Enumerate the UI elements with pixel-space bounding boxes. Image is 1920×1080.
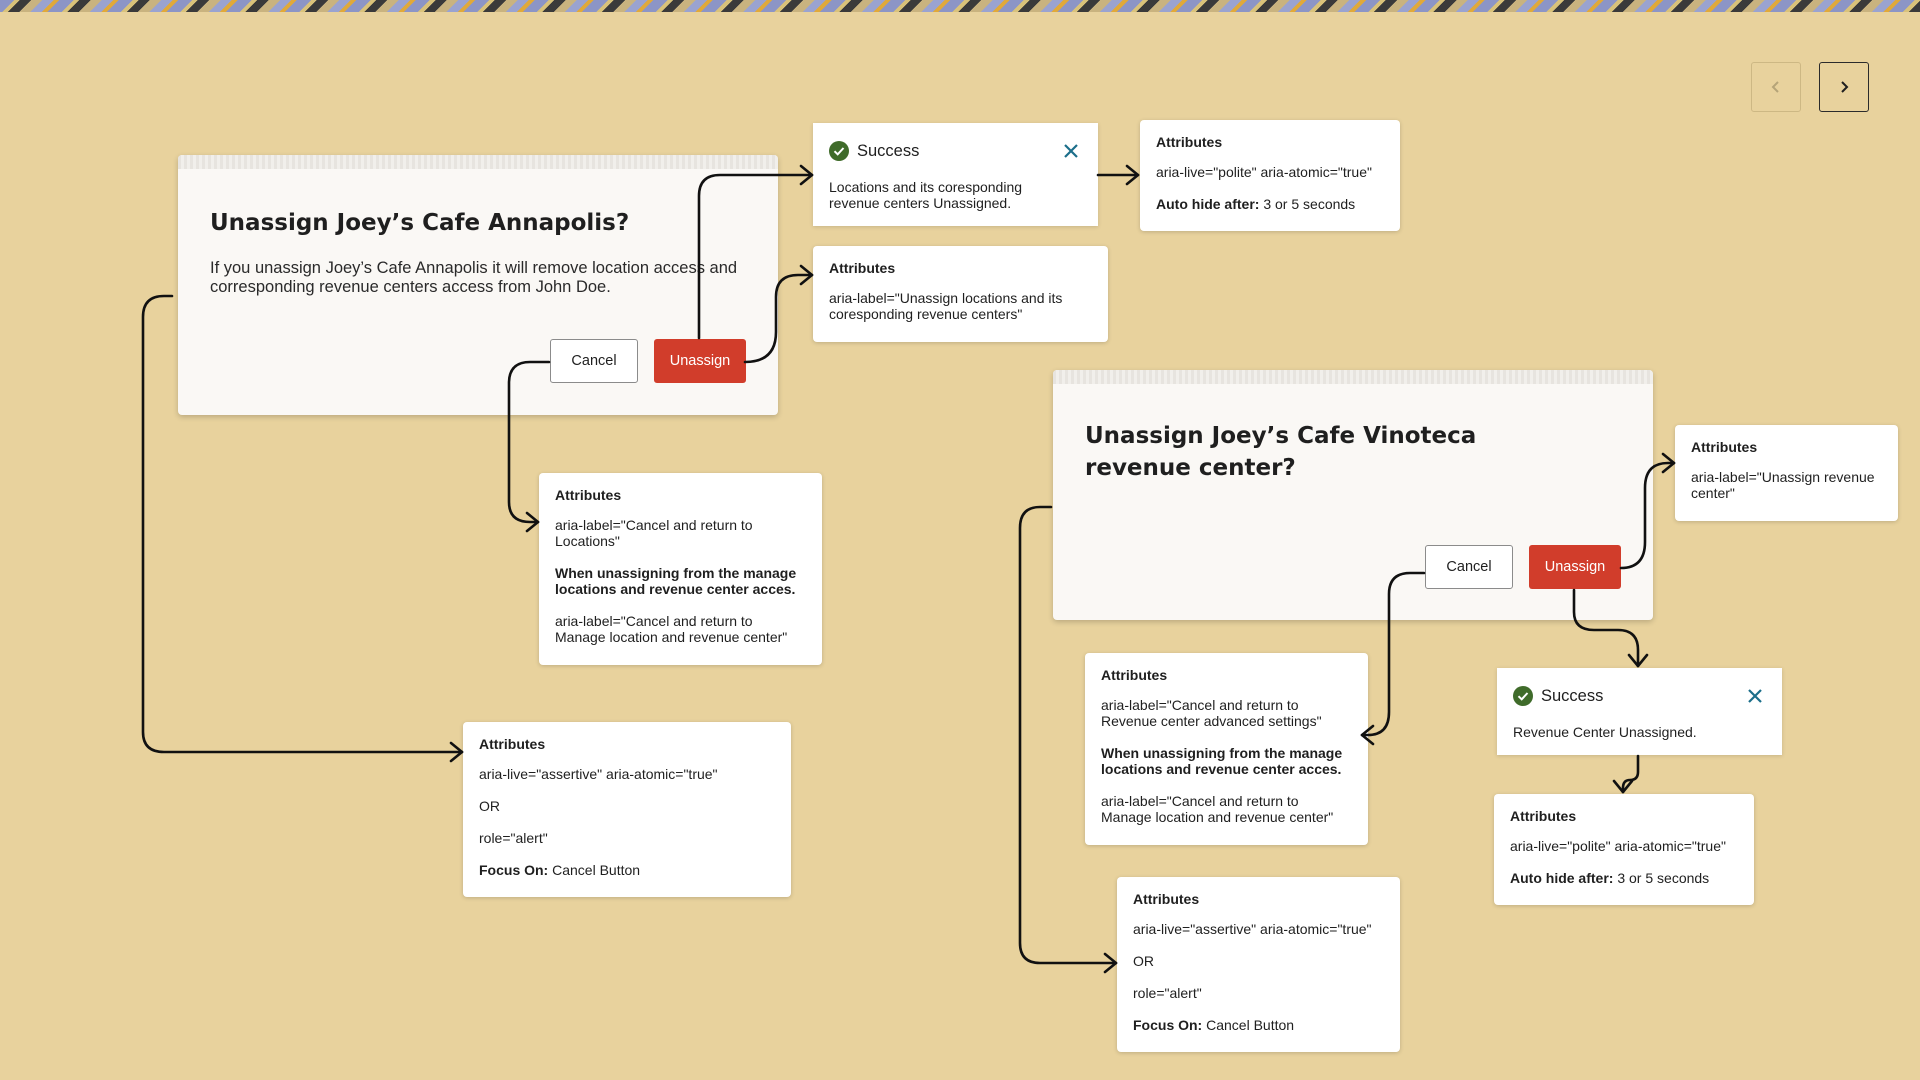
connector-arrow [1360,571,1426,737]
connector-arrow [507,360,551,524]
connector-arrow [1619,461,1676,570]
connector-arrow [697,173,814,340]
connector-arrow [141,294,464,754]
connector-arrow [1621,754,1640,794]
connector-arrow [743,273,814,364]
connector-arrow [1018,505,1118,965]
connector-arrows [141,164,1676,974]
